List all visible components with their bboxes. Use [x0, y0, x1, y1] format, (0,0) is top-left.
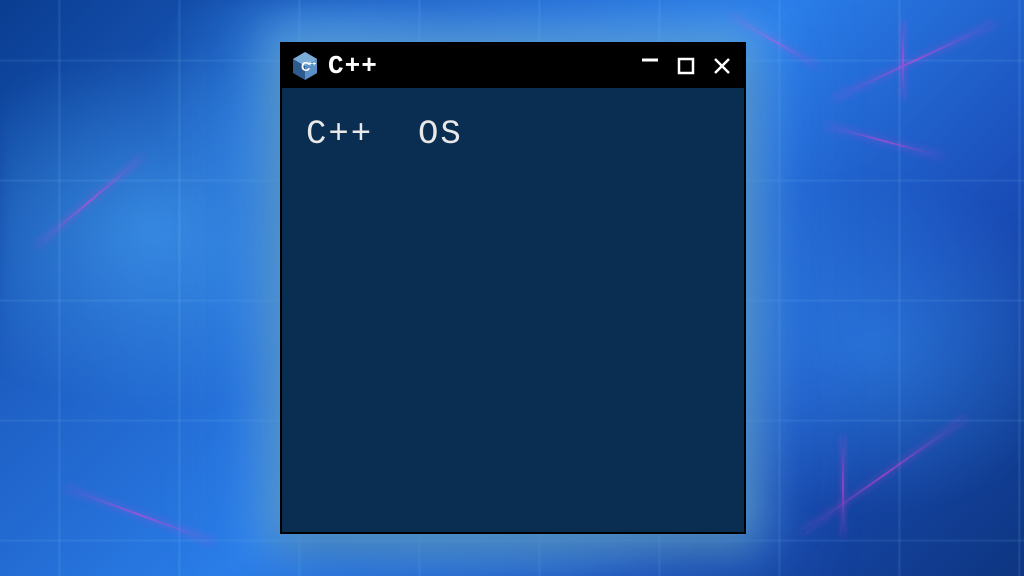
close-button[interactable]	[710, 54, 734, 78]
terminal-text: C++ OS	[306, 116, 720, 154]
minimize-icon	[641, 51, 659, 69]
window-title: C++	[328, 51, 630, 81]
minimize-button[interactable]	[638, 54, 662, 78]
window-controls	[638, 54, 734, 78]
maximize-icon	[677, 57, 695, 75]
titlebar[interactable]: C ++ C++	[282, 44, 744, 88]
window-body: C++ OS	[282, 88, 744, 182]
app-window: C ++ C++ C++ OS	[280, 42, 746, 534]
maximize-button[interactable]	[674, 54, 698, 78]
close-icon	[712, 56, 732, 76]
cpp-logo-icon: C ++	[290, 51, 320, 81]
svg-text:++: ++	[308, 61, 316, 68]
